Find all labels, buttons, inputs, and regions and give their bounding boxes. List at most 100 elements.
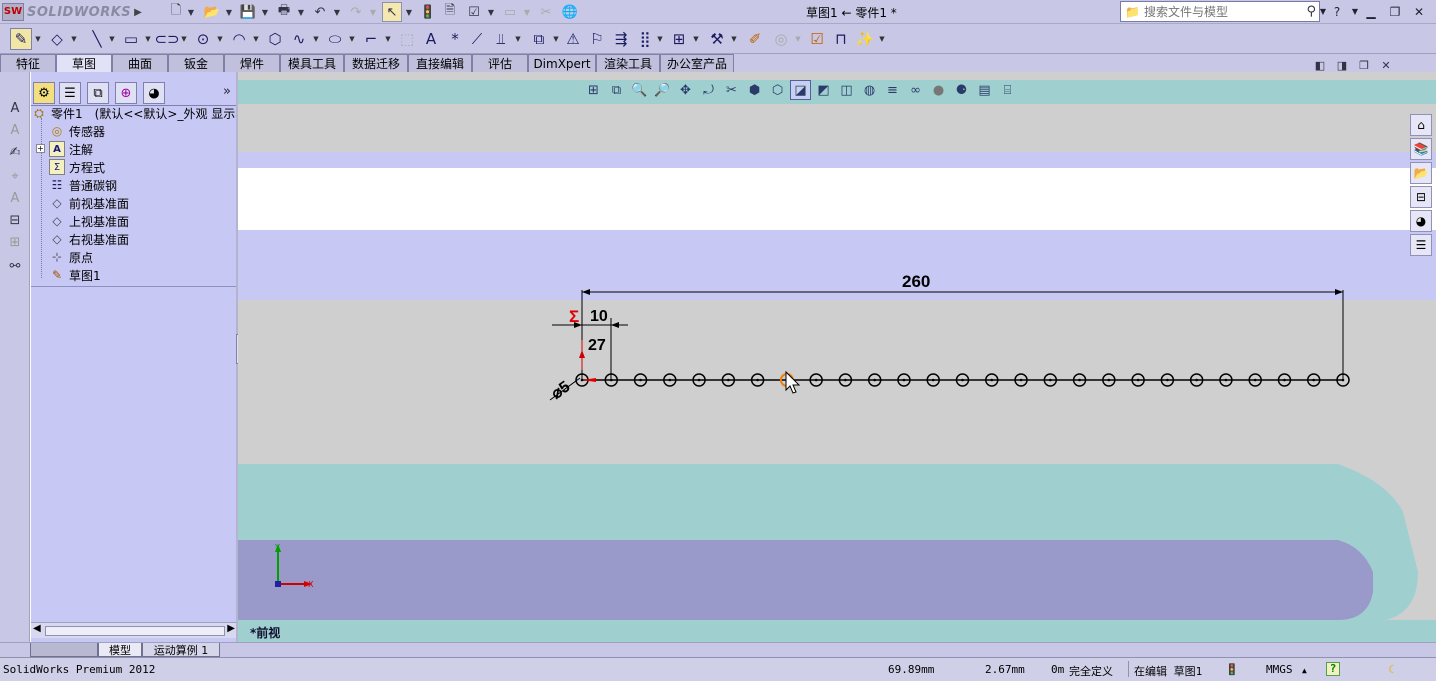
arc-dropdown-icon[interactable]: ▼ <box>252 28 260 50</box>
spline-icon[interactable]: ∿ <box>288 28 310 50</box>
tab-dimxpert[interactable]: DimXpert <box>528 54 596 72</box>
redo-icon[interactable]: ↷ <box>346 2 366 22</box>
circle-center-point[interactable] <box>1224 378 1228 382</box>
move-entities-icon[interactable]: ⇶ <box>610 28 632 50</box>
open-file-icon[interactable]: 📂 <box>202 2 222 22</box>
file-explorer-icon[interactable]: 📂 <box>1410 162 1432 184</box>
circle-center-point[interactable] <box>1283 378 1286 382</box>
globe-icon[interactable]: 🌐 <box>560 2 580 22</box>
open-dropdown-icon[interactable]: ▼ <box>224 2 234 22</box>
circle-center-point[interactable] <box>1107 378 1111 382</box>
tab-motion-study[interactable]: 运动算例 1 <box>142 643 220 657</box>
tab-features[interactable]: 特征 <box>0 54 56 72</box>
new-file-icon[interactable]: 🗋 <box>166 2 186 22</box>
sketch-edit-icon[interactable]: ✎ <box>10 28 32 50</box>
search-input[interactable] <box>1143 4 1284 19</box>
tab-weldments[interactable]: 焊件 <box>224 54 280 72</box>
scene-icon[interactable]: ≡ <box>882 80 903 100</box>
normal-to-icon[interactable]: ◪ <box>790 80 811 100</box>
tile-left-icon[interactable]: ◧ <box>1312 58 1328 72</box>
point-icon[interactable]: * <box>444 28 466 50</box>
view-settings-icon[interactable]: ∞ <box>905 80 926 100</box>
ellipse-icon[interactable]: ⬭ <box>324 28 346 50</box>
tree-item-sensors[interactable]: ◎ 传感器 <box>49 122 105 140</box>
tab-nav-arrows[interactable] <box>30 643 98 657</box>
shaded-icon[interactable]: ◩ <box>813 80 834 100</box>
tab-render-tools[interactable]: 渲染工具 <box>596 54 660 72</box>
expand-panel-icon[interactable]: » <box>223 84 231 99</box>
doc-restore-icon[interactable]: ❐ <box>1356 58 1372 72</box>
dimension-dropdown-icon[interactable]: ▼ <box>70 28 78 50</box>
circle-center-point[interactable] <box>727 378 730 382</box>
circle-dropdown-icon[interactable]: ▼ <box>216 28 224 50</box>
rectangle-dropdown-icon[interactable]: ▼ <box>144 28 152 50</box>
menu-expand-arrow-icon[interactable]: ▶ <box>134 7 142 18</box>
repair-sketch-icon[interactable]: ⚒ <box>706 28 728 50</box>
tab-model[interactable]: 模型 <box>98 643 142 657</box>
annotation-tool-icon[interactable]: A <box>5 98 25 118</box>
balloon-tool-icon[interactable]: ✍ <box>5 142 25 162</box>
circle-center-point[interactable] <box>609 378 613 382</box>
zoom-in-icon[interactable]: 🔍 <box>629 80 650 100</box>
tab-office-products[interactable]: 办公室产品 <box>660 54 734 72</box>
section-view-icon[interactable]: ✂ <box>721 80 742 100</box>
tree-item-equations[interactable]: Σ 方程式 <box>49 158 105 176</box>
tab-surfaces[interactable]: 曲面 <box>112 54 168 72</box>
fillet-icon[interactable]: ⌐ <box>360 28 382 50</box>
display-pane-icon[interactable]: ▤ <box>974 80 995 100</box>
circle-center-point[interactable] <box>1049 378 1052 382</box>
pan-icon[interactable]: ✥ <box>675 80 696 100</box>
graphics-area[interactable]: 260 Σ 10 27 ⌀5 Y X ⊞ ⧉ 🔍 🔎 ✥ ⤾ ✂ ⬢ ⬡ ◪ ◩… <box>238 72 1436 642</box>
view-orientation-icon[interactable]: ⬢ <box>744 80 765 100</box>
save-dropdown-icon[interactable]: ▼ <box>260 2 270 22</box>
tab-direct-editing[interactable]: 直接编辑 <box>408 54 472 72</box>
text-icon[interactable]: A <box>420 28 442 50</box>
tree-item-right-plane[interactable]: ◇ 右视基准面 <box>49 230 129 248</box>
configuration-tab-icon[interactable]: ⧉ <box>87 82 109 104</box>
quick-tips-icon[interactable]: ? <box>1326 662 1340 676</box>
tab-mold-tools[interactable]: 模具工具 <box>280 54 344 72</box>
shaded-sketch-icon[interactable]: ☑ <box>806 28 828 50</box>
circle-center-point[interactable] <box>990 378 994 382</box>
tools-icon[interactable]: ✂ <box>536 2 556 22</box>
zoom-out-icon[interactable]: 🔎 <box>652 80 673 100</box>
grid-tool-icon[interactable]: ⊞ <box>5 232 25 252</box>
rapid-sketch-icon[interactable]: ⊓ <box>830 28 852 50</box>
edit-appearance-icon[interactable]: ◍ <box>859 80 880 100</box>
ellipse-dropdown-icon[interactable]: ▼ <box>348 28 356 50</box>
line-icon[interactable]: ╲ <box>86 28 108 50</box>
undo-icon[interactable]: ↶ <box>310 2 330 22</box>
pattern-dropdown-icon[interactable]: ▼ <box>656 28 664 50</box>
trim-icon[interactable]: ⫫ <box>490 28 512 50</box>
undo-dropdown-icon[interactable]: ▼ <box>332 2 342 22</box>
smart-dimension-icon[interactable]: ◇ <box>46 28 68 50</box>
layout-icon[interactable]: ▭ <box>500 2 520 22</box>
offset-icon[interactable]: ⚠ <box>562 28 584 50</box>
circle-center-point[interactable] <box>639 378 642 382</box>
scroll-left-icon[interactable]: ◀ <box>33 623 41 634</box>
tree-item-origin[interactable]: ⊹ 原点 <box>49 248 93 266</box>
new-dropdown-icon[interactable]: ▼ <box>186 2 196 22</box>
doc-close-icon[interactable]: ✕ <box>1378 58 1394 72</box>
rebuild-icon[interactable]: 🚦 <box>418 2 438 22</box>
solidworks-logo[interactable]: SW SOLIDWORKS ▶ <box>2 2 142 22</box>
restore-button[interactable]: ❐ <box>1386 3 1404 20</box>
display-manager-tab-icon[interactable]: ◕ <box>143 82 165 104</box>
design-library-icon[interactable]: 📚 <box>1410 138 1432 160</box>
sketch-dropdown-icon[interactable]: ▼ <box>34 28 42 50</box>
circle-center-point[interactable] <box>1341 378 1345 382</box>
circle-center-point[interactable] <box>873 378 876 382</box>
text-tool-icon[interactable]: A <box>5 188 25 208</box>
options-icon[interactable]: ☑ <box>464 2 484 22</box>
circle-center-point[interactable] <box>1253 378 1257 382</box>
display-style-icon[interactable]: ⬡ <box>767 80 788 100</box>
scroll-thumb[interactable] <box>45 626 225 636</box>
circle-center-point[interactable] <box>902 378 906 382</box>
print-icon[interactable]: 🖶 <box>274 2 294 22</box>
convert-entities-icon[interactable]: ⧉ <box>528 28 550 50</box>
zoom-area-icon[interactable]: ⧉ <box>606 80 627 100</box>
circle-center-point[interactable] <box>931 378 935 382</box>
tab-sheet-metal[interactable]: 钣金 <box>168 54 224 72</box>
tree-item-top-plane[interactable]: ◇ 上视基准面 <box>49 212 129 230</box>
rotate-icon[interactable]: ⤾ <box>698 80 719 100</box>
